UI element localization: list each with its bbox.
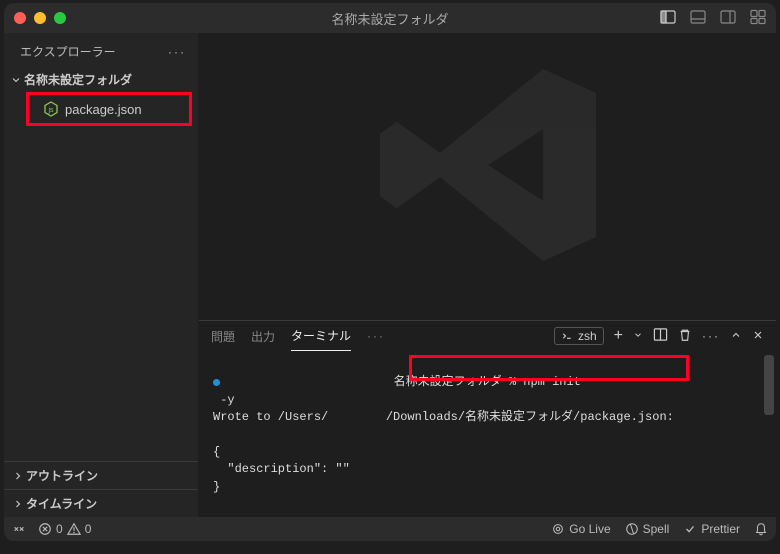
remote-indicator[interactable] <box>12 522 26 536</box>
layout-panel-icon[interactable] <box>690 9 706 28</box>
terminal-line-7: } <box>213 480 220 494</box>
chevron-right-icon <box>12 470 24 482</box>
tab-terminal[interactable]: ターミナル <box>291 321 351 351</box>
terminal-line-3b: /Downloads/名称未設定フォルダ/package.json: <box>386 410 674 424</box>
customize-layout-icon[interactable] <box>750 9 766 28</box>
shell-name: zsh <box>578 329 597 343</box>
titlebar: 名称未設定フォルダ <box>4 3 776 33</box>
error-count: 0 <box>56 522 63 536</box>
folder-root[interactable]: 名称未設定フォルダ <box>4 68 198 91</box>
terminal-shell-selector[interactable]: zsh <box>554 327 604 345</box>
chevron-down-icon <box>10 74 22 86</box>
sidebar-explorer: エクスプローラー ··· 名称未設定フォルダ js package.json <box>4 33 199 517</box>
editor-main: 問題 出力 ターミナル ··· zsh + ··· <box>199 33 776 517</box>
nodejs-icon: js <box>43 101 59 117</box>
tab-problems[interactable]: 問題 <box>211 322 235 351</box>
annotation-highlight-file: js package.json <box>26 92 192 126</box>
terminal-line-2: -y <box>213 393 235 407</box>
close-window-button[interactable] <box>14 12 26 24</box>
timeline-label: タイムライン <box>26 495 97 512</box>
terminal-prompt-sep: % <box>502 375 524 389</box>
status-problems[interactable]: 0 0 <box>38 522 91 536</box>
chevron-right-icon <box>12 498 24 510</box>
terminal-prompt-folder: 名称未設定フォルダ <box>394 375 502 389</box>
minimize-window-button[interactable] <box>34 12 46 24</box>
new-terminal-button[interactable]: + <box>614 327 623 345</box>
window-title: 名称未設定フォルダ <box>331 9 448 28</box>
file-item-package-json[interactable]: js package.json <box>29 97 189 121</box>
vscode-watermark-icon <box>368 45 608 285</box>
folder-name: 名称未設定フォルダ <box>24 71 132 88</box>
editor-area <box>199 33 776 320</box>
outline-label: アウトライン <box>26 467 98 484</box>
explorer-more-icon[interactable]: ··· <box>168 45 186 59</box>
layout-secondary-icon[interactable] <box>720 9 736 28</box>
outline-section[interactable]: アウトライン <box>4 461 198 489</box>
terminal-active-indicator <box>213 379 220 386</box>
terminal-line-3a: Wrote to /Users/ <box>213 410 328 424</box>
close-panel-icon[interactable] <box>752 329 764 344</box>
window-controls <box>14 12 66 24</box>
layout-primary-icon[interactable] <box>660 9 676 28</box>
terminal-command: npm init <box>523 375 581 389</box>
terminal-split-dropdown-icon[interactable] <box>633 329 643 343</box>
panel-tabs: 問題 出力 ターミナル ··· zsh + ··· <box>199 321 776 351</box>
panel-more-icon[interactable]: ··· <box>702 329 720 343</box>
tab-more-icon[interactable]: ··· <box>367 329 385 343</box>
file-name: package.json <box>65 102 142 117</box>
terminal-line-5: { <box>213 445 220 459</box>
terminal-line-6: "description": "" <box>213 462 350 476</box>
split-terminal-icon[interactable] <box>653 327 668 345</box>
maximize-panel-icon[interactable] <box>730 329 742 344</box>
timeline-section[interactable]: タイムライン <box>4 489 198 517</box>
maximize-window-button[interactable] <box>54 12 66 24</box>
terminal-content[interactable]: XXXXXXXXXXXXXXXXXXXXXXX名称未設定フォルダ % npm i… <box>199 351 776 541</box>
panel: 問題 出力 ターミナル ··· zsh + ··· <box>199 320 776 517</box>
terminal-icon <box>561 330 573 342</box>
warning-count: 0 <box>85 522 92 536</box>
terminal-scrollbar[interactable] <box>764 355 774 541</box>
explorer-title: エクスプローラー <box>20 43 116 60</box>
svg-text:js: js <box>47 107 54 114</box>
kill-terminal-icon[interactable] <box>678 328 692 345</box>
tab-output[interactable]: 出力 <box>251 322 275 351</box>
